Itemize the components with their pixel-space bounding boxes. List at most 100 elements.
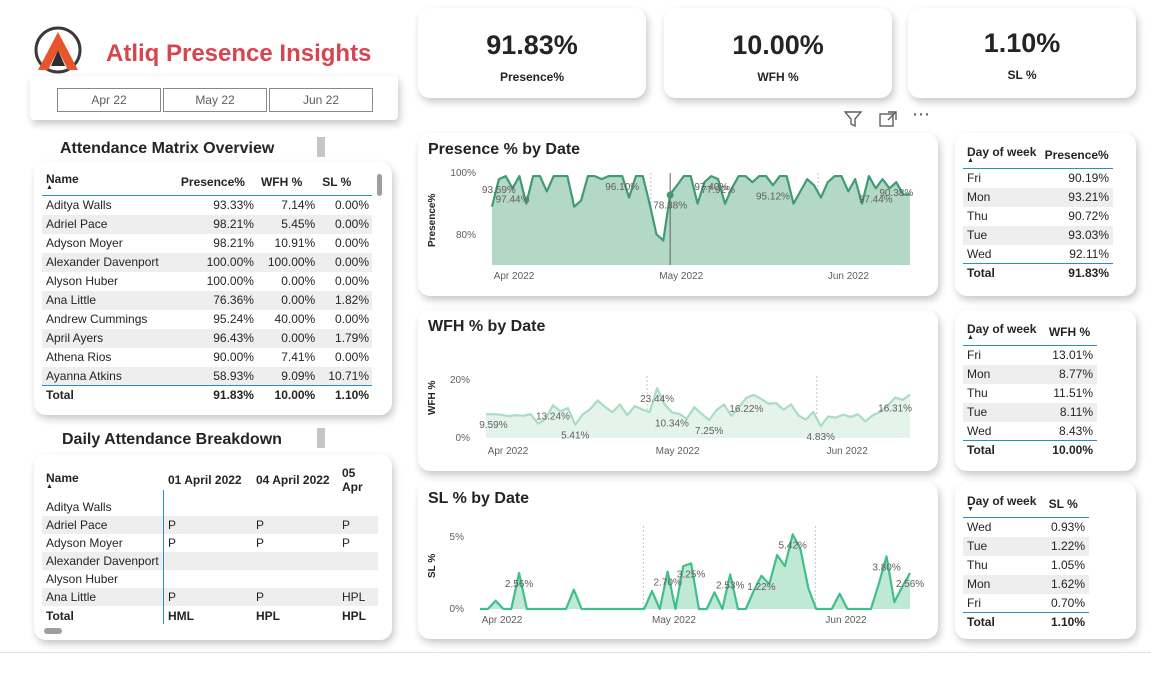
dow-wfh-card: Day of week WFH % Fri13.01%Mon8.77%Thu11… (955, 310, 1136, 471)
table-row[interactable]: Thu 11.51% (963, 384, 1097, 403)
day-cell: Wed (967, 423, 992, 438)
table-row[interactable]: Mon 1.62% (963, 574, 1089, 594)
data-label: 3.80% (872, 562, 900, 573)
status-cell (338, 552, 378, 570)
col-name[interactable]: Name (42, 168, 177, 196)
table-row[interactable]: Fri 13.01% (963, 346, 1097, 365)
attendance-matrix-table: Name Presence% WFH % SL % Aditya Walls 93… (42, 168, 372, 405)
table-row[interactable]: Wed 0.93% (963, 518, 1089, 537)
employee-name-cell: Alyson Huber (46, 572, 119, 586)
table-row[interactable]: Wed 92.11% (963, 245, 1113, 264)
table-row[interactable]: Adriel Pace P P P (42, 516, 378, 534)
status-cell (164, 552, 252, 570)
slicer-apr[interactable]: Apr 22 (57, 88, 161, 112)
table-row[interactable]: Alexander Davenport 100.00% 100.00% 0.00% (42, 252, 372, 272)
status-cell (164, 498, 252, 516)
daily-col-2[interactable]: 04 April 2022 (252, 462, 338, 498)
dow-sl-col-val[interactable]: SL % (1044, 490, 1089, 518)
presence-chart-card: Presence % by Date Presence% 100% 80% Apr … (418, 133, 938, 296)
dow-wfh-col-val[interactable]: WFH % (1044, 318, 1097, 346)
dow-wfh-col-day[interactable]: Day of week (963, 318, 1045, 346)
col-sl[interactable]: SL % (318, 168, 372, 196)
total-cell: 1.10% (318, 385, 372, 405)
table-row[interactable]: Thu 90.72% (963, 207, 1113, 226)
sl-chart-plot: 5%0%Apr 2022 May 2022 Jun 20222.56% 2.70%3.… (450, 526, 924, 626)
dow-sl-col-day[interactable]: Day of week (963, 490, 1045, 518)
metric-cell: 98.21% (213, 236, 254, 250)
table-row[interactable]: Alyson Huber 100.00% 0.00% 0.00% (42, 272, 372, 291)
x-tick-label: May 2022 (659, 271, 703, 282)
daily-col-name[interactable]: Name (42, 462, 164, 498)
day-cell: Thu (967, 558, 988, 572)
dow-presence-table: Day of week Presence% Fri90.19%Mon93.21%… (963, 141, 1113, 283)
table-row[interactable]: Adriel Pace 98.21% 5.45% 0.00% (42, 214, 372, 234)
matrix-scrollbar[interactable] (377, 174, 382, 196)
metric-cell: 7.14% (281, 198, 316, 213)
table-row[interactable]: Thu 1.05% (963, 556, 1089, 575)
x-tick-label: Jun 2022 (825, 615, 867, 626)
table-row[interactable]: Tue 93.03% (963, 225, 1113, 245)
filter-icon[interactable] (843, 110, 863, 128)
daily-col-3[interactable]: 05 Apr (338, 462, 378, 498)
table-row[interactable]: Aditya Walls 93.33% 7.14% 0.00% (42, 196, 372, 215)
day-cell: Mon (963, 364, 1045, 384)
hover-point[interactable] (666, 191, 674, 199)
metric-cell: 100.00% (206, 274, 254, 288)
table-row[interactable]: April Ayers 96.43% 0.00% 1.79% (42, 328, 372, 348)
table-row[interactable]: Tue 1.22% (963, 536, 1089, 556)
table-row[interactable]: Athena Rios 90.00% 7.41% 0.00% (42, 348, 372, 367)
table-row[interactable]: Tue 8.11% (963, 402, 1097, 422)
table-row[interactable]: Adyson Moyer P P P (42, 534, 378, 552)
y-tick-label: 20% (450, 375, 470, 386)
table-row[interactable]: Wed 8.43% (963, 422, 1097, 441)
slicer-may[interactable]: May 22 (163, 88, 267, 112)
table-row[interactable]: Alexander Davenport (42, 552, 378, 570)
table-row[interactable]: Adyson Moyer 98.21% 10.91% 0.00% (42, 234, 372, 253)
table-row[interactable]: Fri 0.70% (963, 594, 1089, 613)
value-cell: 92.11% (1069, 246, 1109, 261)
section-scroll-handle-2[interactable] (317, 428, 325, 448)
daily-col-1[interactable]: 01 April 2022 (164, 462, 252, 498)
table-row[interactable]: Mon 8.77% (963, 364, 1097, 384)
metric-cell: 10.91% (274, 236, 316, 250)
total-cell: 91.83% (176, 385, 257, 405)
data-label: 2.56% (896, 579, 924, 590)
wfh-chart-card: WFH % by Date WFH % 20% 0% Apr 2022 May 202… (418, 310, 938, 471)
col-presence[interactable]: Presence% (176, 168, 257, 196)
metric-cell: 0.00% (334, 312, 369, 326)
sl-chart-card: SL % by Date SL % 5% 0% Apr 2022 May 2022 Ju… (418, 482, 938, 639)
x-tick-label: May 2022 (652, 615, 696, 626)
focus-mode-icon[interactable] (878, 110, 898, 128)
value-cell: 11.51% (1053, 386, 1093, 400)
daily-scrollbar[interactable] (44, 628, 62, 634)
day-cell: Thu (967, 209, 988, 223)
table-row[interactable]: Fri 90.19% (963, 169, 1113, 188)
data-label: 5.42% (779, 540, 807, 551)
kpi-presence-card: 91.83% Presence% (418, 8, 646, 98)
data-label: 5.41% (561, 431, 589, 442)
metric-cell: 76.36% (176, 290, 257, 310)
table-row[interactable]: Ayanna Atkins 58.93% 9.09% 10.71% (42, 366, 372, 386)
metric-cell: 96.43% (176, 328, 257, 348)
table-row[interactable]: Ana Little P P HPL (42, 588, 378, 606)
metric-cell: 40.00% (274, 312, 316, 326)
day-cell: Wed (967, 246, 992, 261)
total-cell: 1.10% (1044, 612, 1089, 632)
table-row[interactable]: Andrew Cummings 95.24% 40.00% 0.00% (42, 310, 372, 329)
employee-name-cell: Alexander Davenport (42, 252, 177, 272)
col-wfh[interactable]: WFH % (256, 168, 319, 196)
table-row[interactable]: Alyson Huber (42, 570, 378, 588)
table-row[interactable]: Ana Little 76.36% 0.00% 1.82% (42, 290, 372, 310)
total-row: Total HML HPL HPL (42, 606, 378, 625)
slicer-jun[interactable]: Jun 22 (269, 88, 373, 112)
section-scroll-handle[interactable] (317, 137, 325, 157)
dow-presence-col-day[interactable]: Day of week (963, 141, 1041, 169)
metric-cell: 0.00% (318, 252, 372, 272)
table-row[interactable]: Mon 93.21% (963, 187, 1113, 207)
more-options-icon[interactable]: ⋯ (912, 104, 930, 125)
dow-presence-col-val[interactable]: Presence% (1040, 141, 1113, 169)
data-label: 4.83% (807, 432, 835, 443)
kpi-wfh-card: 10.00% WFH % (664, 8, 892, 98)
value-cell: 93.21% (1040, 187, 1113, 207)
table-row[interactable]: Aditya Walls (42, 498, 378, 516)
